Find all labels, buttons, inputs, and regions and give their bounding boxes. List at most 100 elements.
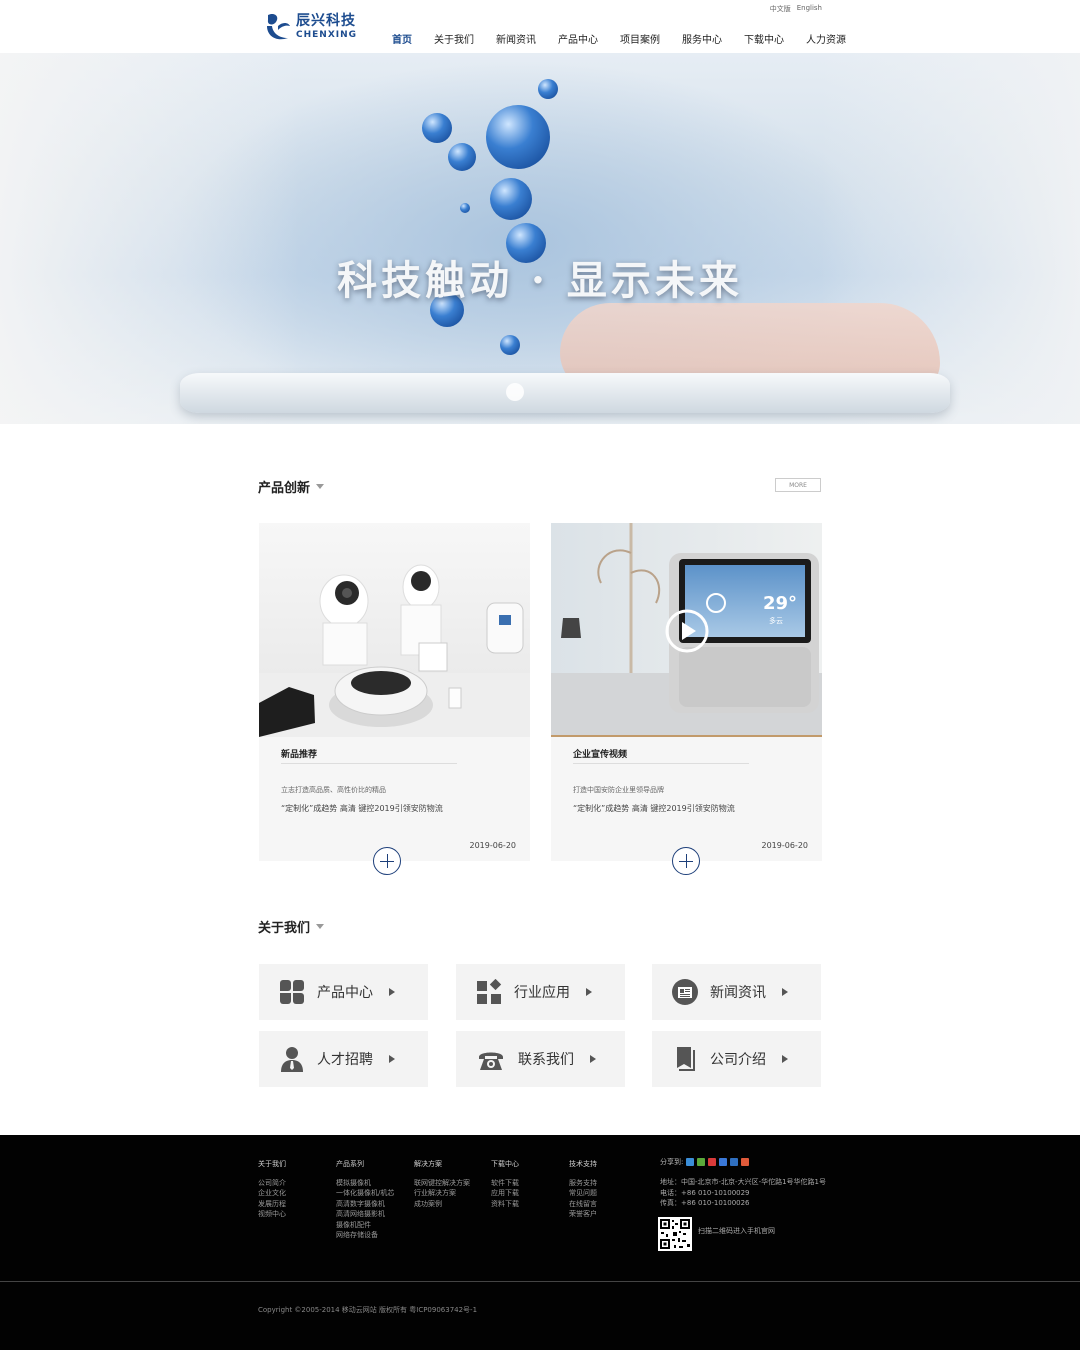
lang-chinese[interactable]: 中文版 — [770, 4, 791, 14]
footer-col-solutions: 解决方案 联网键控解决方案 行业解决方案 成功案例 — [414, 1159, 470, 1209]
footer-link[interactable]: 一体化摄像机/机芯 — [336, 1188, 394, 1199]
about-section-title: 关于我们 — [258, 917, 325, 936]
footer-col-support: 技术支持 服务支持 常见问题 在线留言 荣誉客户 — [569, 1159, 597, 1220]
grid-blocks-icon — [280, 980, 304, 1004]
footer-col-head[interactable]: 解决方案 — [414, 1159, 470, 1170]
nav-hr[interactable]: 人力资源 — [798, 26, 854, 55]
qr-code-icon — [658, 1217, 692, 1251]
expand-plus-icon[interactable] — [373, 847, 401, 875]
footer-col-head[interactable]: 产品系列 — [336, 1159, 394, 1170]
footer-link[interactable]: 高清数字摄像机 — [336, 1199, 394, 1210]
footer-link[interactable]: 发展历程 — [258, 1199, 286, 1210]
card-description: “定制化”成趋势 高清 键控2019引领安防物流 — [573, 804, 735, 813]
footer-link[interactable]: 成功案例 — [414, 1199, 470, 1210]
screen-weather: 多云 — [769, 616, 783, 625]
expand-plus-icon[interactable] — [672, 847, 700, 875]
nav-home[interactable]: 首页 — [384, 26, 420, 55]
tile-news[interactable]: 新闻资讯 — [652, 964, 821, 1020]
footer-link[interactable]: 摄像机配件 — [336, 1220, 394, 1231]
share-renren-icon[interactable] — [730, 1158, 739, 1166]
arrow-right-icon — [586, 988, 592, 996]
lang-english[interactable]: English — [797, 4, 822, 14]
tile-industry-apps[interactable]: 行业应用 — [456, 964, 625, 1020]
nav-cases[interactable]: 项目案例 — [612, 26, 668, 55]
more-button[interactable]: MORE — [775, 478, 821, 492]
tile-contact[interactable]: 联系我们 — [456, 1031, 625, 1087]
logo-chinese-name: 辰兴科技 — [296, 13, 356, 29]
footer-link[interactable]: 在线留言 — [569, 1199, 597, 1210]
share-douban-icon[interactable] — [741, 1158, 750, 1166]
banner-sphere — [448, 143, 476, 171]
card-divider — [573, 763, 749, 764]
footer-divider — [0, 1281, 1080, 1282]
card-date: 2019-06-20 — [469, 841, 517, 850]
newspaper-icon — [672, 979, 698, 1005]
footer-col-head[interactable]: 关于我们 — [258, 1159, 286, 1170]
banner-sphere — [486, 105, 550, 169]
tile-label: 行业应用 — [514, 985, 570, 1001]
screen-temperature: 29° — [763, 593, 797, 614]
card-title: 新品推荐 — [281, 750, 318, 760]
nav-news[interactable]: 新闻资讯 — [488, 26, 544, 55]
card-subtitle: 打造中国安防企业里领导品牌 — [573, 786, 664, 794]
footer-link[interactable]: 联网键控解决方案 — [414, 1178, 470, 1189]
footer-link[interactable]: 公司简介 — [258, 1178, 286, 1189]
nav-about[interactable]: 关于我们 — [426, 26, 482, 55]
smart-devices-image — [259, 523, 530, 737]
nav-products[interactable]: 产品中心 — [550, 26, 606, 55]
product-card-new[interactable]: 新品推荐 立志打造高品质、高性价比的精品 “定制化”成趋势 高清 键控2019引… — [259, 523, 530, 875]
site-header: 中文版 English 辰兴科技 CHENXING 首页 关于我们 新闻资讯 产… — [0, 0, 1080, 55]
share-label: 分享到: — [660, 1158, 684, 1166]
footer-link[interactable]: 服务支持 — [569, 1178, 597, 1189]
share-tencent-weibo-icon[interactable] — [719, 1158, 728, 1166]
smart-display-image: 29° 多云 — [551, 523, 822, 737]
share-plus-icon[interactable] — [686, 1158, 695, 1166]
footer-col-head[interactable]: 技术支持 — [569, 1159, 597, 1170]
product-card-video[interactable]: 29° 多云 企业宣传视频 打造中国安防企业里领导品牌 “定制化”成趋势 高清 … — [551, 523, 822, 875]
products-section-title: 产品创新 — [258, 477, 325, 496]
person-icon — [281, 1047, 303, 1072]
footer-link[interactable]: 网络存储设备 — [336, 1230, 394, 1241]
nav-download[interactable]: 下载中心 — [736, 26, 792, 55]
card-description: “定制化”成趋势 高清 键控2019引领安防物流 — [281, 804, 443, 813]
tile-product-center[interactable]: 产品中心 — [259, 964, 428, 1020]
contact-phone: 电话：+86 010-10100029 — [660, 1188, 750, 1197]
card-divider — [281, 763, 457, 764]
site-logo[interactable]: 辰兴科技 CHENXING — [264, 12, 357, 42]
banner-sphere — [500, 335, 520, 355]
arrow-right-icon — [782, 1055, 788, 1063]
banner-pagination-dot[interactable] — [506, 383, 524, 401]
tile-label: 产品中心 — [317, 985, 373, 1001]
footer-link[interactable]: 视频中心 — [258, 1209, 286, 1220]
footer-link[interactable]: 常见问题 — [569, 1188, 597, 1199]
tile-company-intro[interactable]: 公司介绍 — [652, 1031, 821, 1087]
footer-col-products: 产品系列 模拟摄像机 一体化摄像机/机芯 高清数字摄像机 高清网络摄影机 摄像机… — [336, 1159, 394, 1241]
tile-recruitment[interactable]: 人才招聘 — [259, 1031, 428, 1087]
footer-link[interactable]: 应用下载 — [491, 1188, 519, 1199]
footer-link[interactable]: 软件下载 — [491, 1178, 519, 1189]
banner-left-fade — [0, 53, 300, 424]
arrow-right-icon — [389, 988, 395, 996]
footer-col-about: 关于我们 公司简介 企业文化 发展历程 视频中心 — [258, 1159, 286, 1220]
footer-link[interactable]: 行业解决方案 — [414, 1188, 470, 1199]
play-video-icon[interactable] — [665, 609, 709, 653]
nav-service[interactable]: 服务中心 — [674, 26, 730, 55]
footer-link[interactable]: 模拟摄像机 — [336, 1178, 394, 1189]
share-weibo-icon[interactable] — [708, 1158, 717, 1166]
banner-tablet — [180, 373, 950, 413]
share-bar: 分享到: — [660, 1157, 750, 1167]
footer-link[interactable]: 资料下载 — [491, 1199, 519, 1210]
footer-link[interactable]: 高清网络摄影机 — [336, 1209, 394, 1220]
footer-link[interactable]: 荣誉客户 — [569, 1209, 597, 1220]
card-title: 企业宣传视频 — [573, 750, 628, 760]
contact-address: 地址：中国-北京市-北京-大兴区-华佗路1号华佗路1号 — [660, 1178, 827, 1186]
tile-label: 新闻资讯 — [710, 985, 766, 1001]
tile-label: 公司介绍 — [710, 1052, 766, 1068]
logo-mark-icon — [267, 13, 290, 40]
contact-info: 地址：中国-北京市-北京-大兴区-华佗路1号华佗路1号 电话：+86 010-1… — [660, 1177, 826, 1209]
arrow-right-icon — [782, 988, 788, 996]
footer-link[interactable]: 企业文化 — [258, 1188, 286, 1199]
banner-sphere — [460, 203, 470, 213]
footer-col-head[interactable]: 下载中心 — [491, 1159, 519, 1170]
share-qzone-icon[interactable] — [697, 1158, 706, 1166]
